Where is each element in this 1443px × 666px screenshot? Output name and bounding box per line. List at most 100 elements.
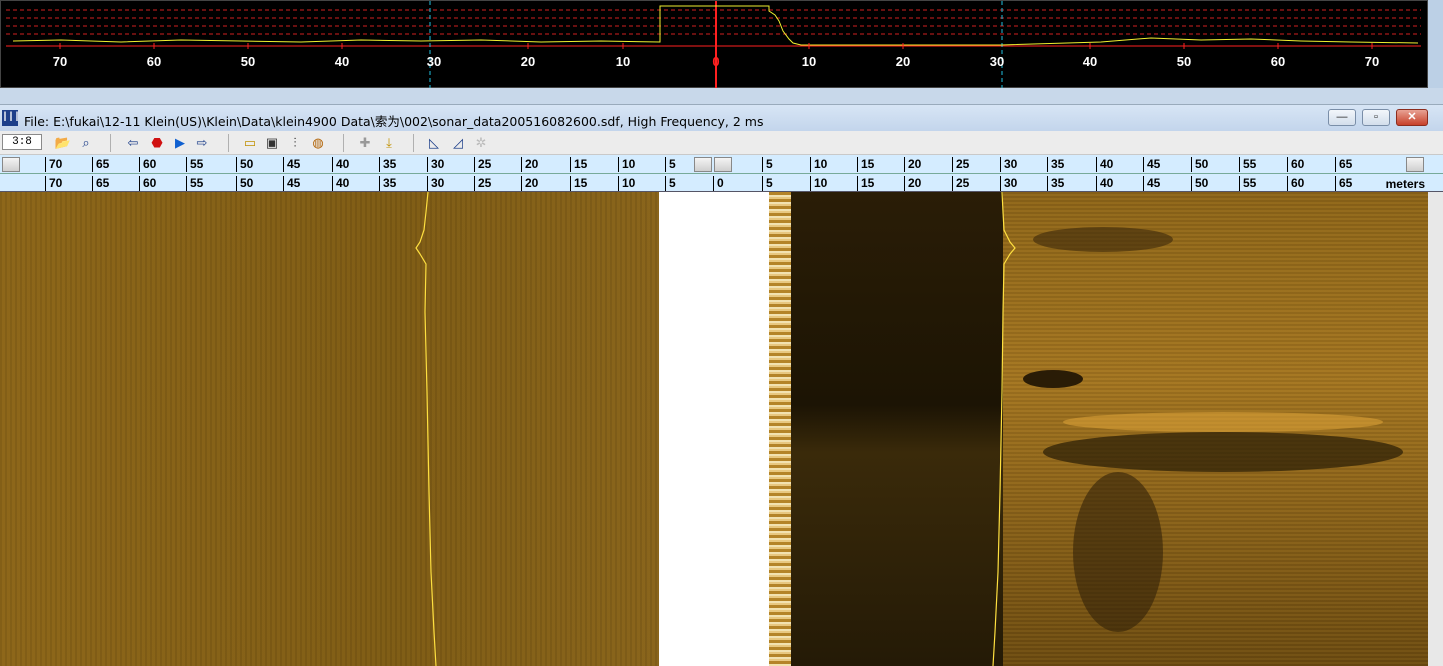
trace-range-label: 30 [989,54,1005,69]
trace-range-label: 60 [146,54,162,69]
ruler-label: 60 [1287,157,1304,172]
trace-range-label: 30 [426,54,442,69]
ruler-label: 20 [521,176,538,191]
mark-down-icon[interactable]: ⤓ [380,134,398,152]
trace-range-label: 40 [334,54,350,69]
ruler-label: 35 [379,157,396,172]
sliders-icon[interactable]: ⫶ [286,134,304,152]
trace-range-label: 70 [52,54,68,69]
ruler-label: 55 [1239,157,1256,172]
center-handle-left[interactable] [694,157,712,172]
toolbar-separator [228,134,229,152]
ruler-label: 40 [1096,176,1113,191]
ruler-label: 25 [474,176,491,191]
ruler-label: 5 [762,176,773,191]
ruler-label: 70 [45,157,62,172]
trace-range-label: 70 [1364,54,1380,69]
ruler-label: 30 [427,176,444,191]
ruler-label: 65 [1335,157,1352,172]
find-icon[interactable]: ⌕ [77,134,95,152]
mark-add-icon[interactable]: ✚ [356,134,374,152]
ruler-icon[interactable]: ▭ [241,134,259,152]
ruler-label: 50 [1191,176,1208,191]
toolbar-separator [413,134,414,152]
ruler-label: 35 [379,176,396,191]
ruler-label: 30 [427,157,444,172]
palette-icon[interactable]: ◍ [309,134,327,152]
ruler-label: 55 [186,176,203,191]
ruler-label: 25 [952,157,969,172]
ruler-label: 55 [186,157,203,172]
ruler-label: 70 [45,176,62,191]
trace-range-label: 60 [1270,54,1286,69]
ruler-label: 10 [810,157,827,172]
ruler-label: 20 [904,157,921,172]
signal-trace-panel[interactable]: 70 60 50 40 30 20 10 0 10 20 30 40 50 60 70 [0,0,1428,89]
ruler-label: 60 [1287,176,1304,191]
ruler-label: 15 [857,176,874,191]
ruler-label: 25 [474,157,491,172]
toolbar-separator [110,134,111,152]
starboard-bottom-track-line [992,192,1016,666]
zoom-ratio-field[interactable]: 3:8 [2,134,42,150]
ruler-label: 5 [665,176,676,191]
minimize-button[interactable]: — [1328,109,1356,126]
measure-up-icon[interactable]: ◺ [425,134,443,152]
ruler-label: 40 [332,157,349,172]
ruler-label: 15 [570,176,587,191]
ruler-label: 30 [1000,176,1017,191]
sonar-waterfall-image[interactable] [0,192,1428,666]
scroll-left-handle[interactable] [2,157,20,172]
ruler-label: 60 [139,176,156,191]
ruler-label: 20 [521,157,538,172]
title-bar[interactable]: ||| File: E:\fukai\12-11 Klein(US)\Klein… [0,104,1443,131]
play-icon[interactable]: ▶ [171,134,189,152]
ruler-label: 45 [283,176,300,191]
ruler-label: 65 [92,176,109,191]
ruler-label: 10 [618,157,635,172]
ruler-label: 60 [139,157,156,172]
ruler-center-label: 0 [713,176,724,191]
bottom-track-overlay [415,192,1016,666]
image-icon[interactable]: ▣ [263,134,281,152]
window-title: File: E:\fukai\12-11 Klein(US)\Klein\Dat… [24,114,764,129]
range-ruler-bottom: 70 65 60 55 50 45 40 35 30 25 20 15 10 5 0 5 10 15 20 25 3… [0,174,1443,192]
ruler-label: 5 [762,157,773,172]
toolbar: 3:8 📂 ⌕ ⇦ ⬣ ▶ ⇨ ▭ ▣ ⫶ ◍ ✚ ⤓ ◺ ◿ ✲ [0,131,1443,155]
ruler-label: 35 [1047,176,1064,191]
ruler-label: 20 [904,176,921,191]
ruler-label: 15 [570,157,587,172]
maximize-button[interactable]: ▫ [1362,109,1390,126]
rewind-icon[interactable]: ⇦ [124,134,142,152]
fast-forward-icon[interactable]: ⇨ [193,134,211,152]
trace-range-label: 40 [1082,54,1098,69]
ruler-label: 35 [1047,157,1064,172]
trace-range-label: 20 [520,54,536,69]
trace-range-label: 50 [240,54,256,69]
measure-angle-icon[interactable]: ◿ [449,134,467,152]
ruler-label: 15 [857,157,874,172]
ruler-label: 45 [283,157,300,172]
desktop-gap [0,88,1443,104]
ruler-label: 65 [1335,176,1352,191]
trace-range-label: 10 [801,54,817,69]
ruler-units: meters [1385,177,1425,191]
sonar-viewer-window: ||| File: E:\fukai\12-11 Klein(US)\Klein… [0,104,1443,666]
gear-icon[interactable]: ✲ [472,134,490,152]
ruler-label: 5 [665,157,676,172]
ruler-label: 50 [1191,157,1208,172]
signal-trace-graph [6,1,1421,89]
trace-range-label: 0 [712,54,720,69]
ruler-label: 65 [92,157,109,172]
stop-icon[interactable]: ⬣ [148,134,166,152]
range-ruler-top[interactable]: 70 65 60 55 50 45 40 35 30 25 20 15 10 5 5 10 15 20 25 30 3… [0,155,1443,174]
close-button[interactable]: ✕ [1396,109,1428,126]
ruler-label: 55 [1239,176,1256,191]
trace-gridlines [6,9,1421,35]
sonar-app-icon[interactable]: ||| [2,110,20,126]
open-folder-icon[interactable]: 📂 [54,134,72,152]
ruler-label: 50 [236,176,253,191]
scroll-right-handle[interactable] [1406,157,1424,172]
center-handle-right[interactable] [714,157,732,172]
port-bottom-track-line [415,192,437,666]
